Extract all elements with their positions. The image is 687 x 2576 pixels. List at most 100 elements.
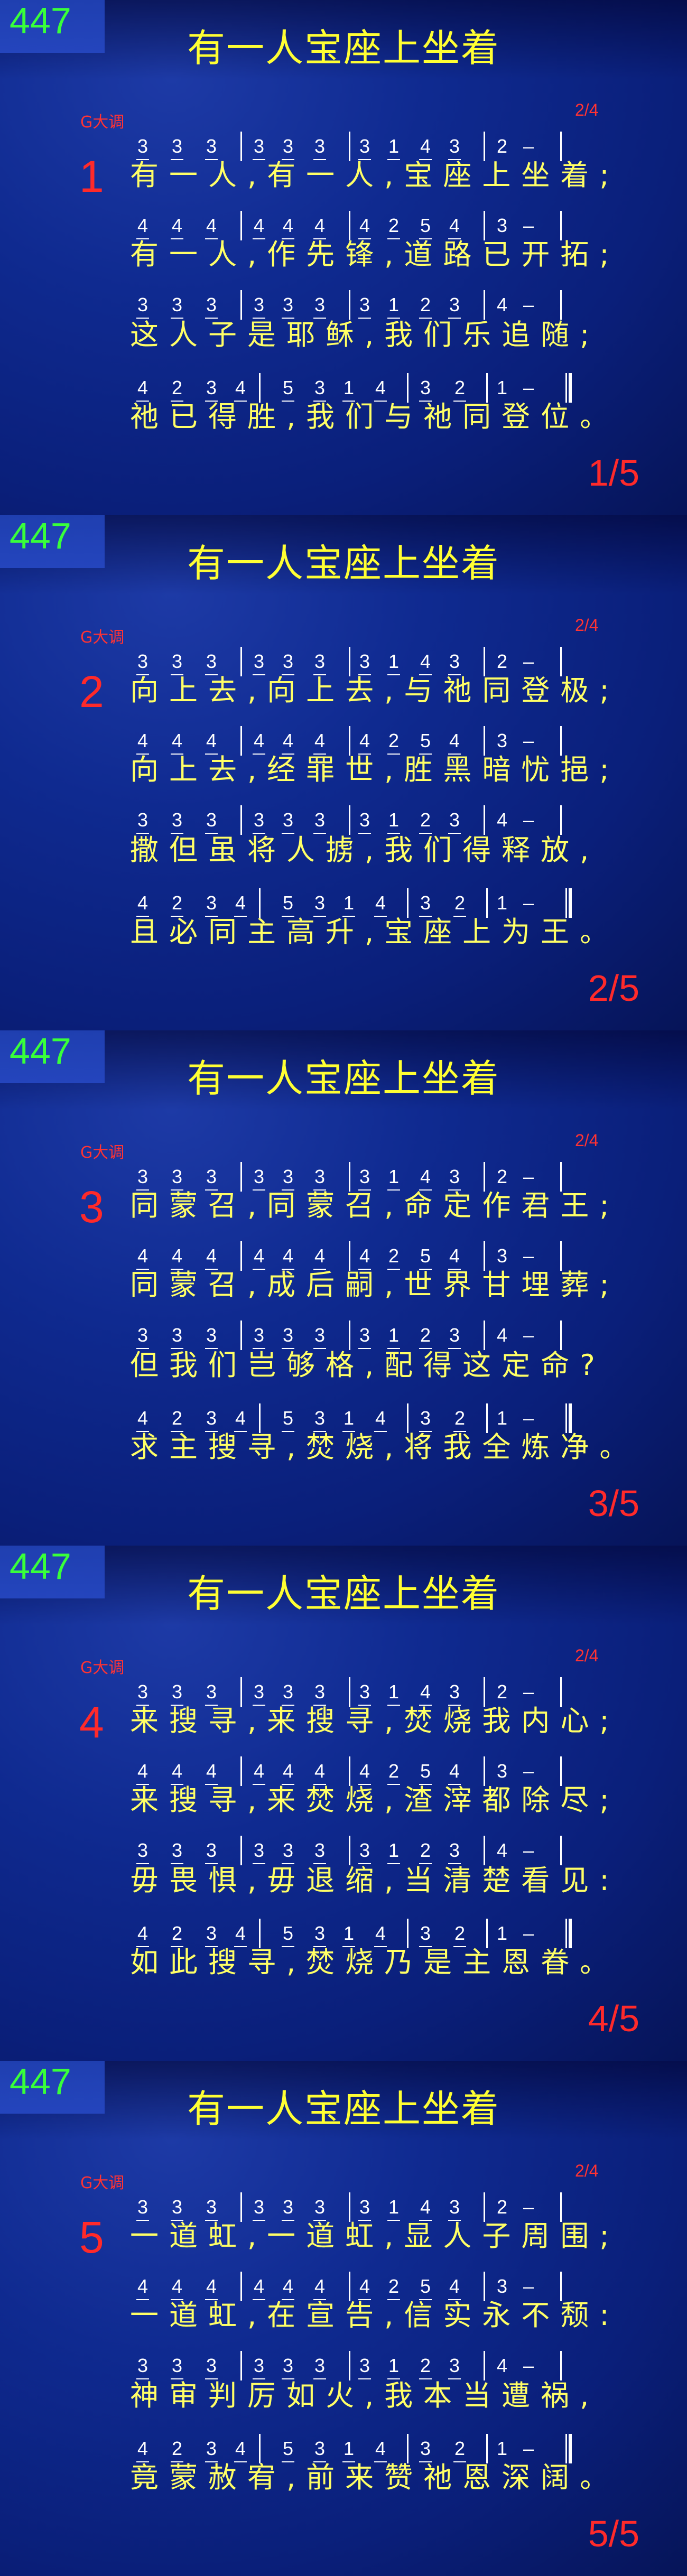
note: 3 <box>166 1167 188 1191</box>
note: 2 <box>449 1924 470 1947</box>
hymn-title: 有一人宝座上坐着 <box>187 1571 500 1616</box>
note: 4 <box>354 1762 375 1785</box>
note: 5 <box>277 1409 299 1432</box>
note: 1 <box>338 1409 359 1432</box>
note: – <box>523 1839 534 1861</box>
note: 4 <box>201 2277 222 2300</box>
lyric-line: 向上去,向上去,与祂同登极; <box>130 674 620 707</box>
bar-line <box>240 2272 242 2301</box>
note: 4 <box>248 216 270 239</box>
note: 4 <box>230 1924 251 1947</box>
note: 3 <box>132 1167 153 1191</box>
lyric-line: 同蒙召,同蒙召,命定作君王; <box>130 1189 620 1222</box>
note: 4 <box>277 1762 299 1785</box>
note: 3 <box>248 1167 270 1191</box>
note: 2 <box>383 1762 404 1785</box>
note: 3 <box>277 1326 299 1349</box>
bar-line <box>240 1162 242 1192</box>
note: – <box>523 1681 534 1703</box>
note: 3 <box>166 811 188 834</box>
bar-line <box>560 290 562 320</box>
final-bar-line <box>565 2434 572 2463</box>
bar-line <box>240 2351 242 2380</box>
lyric-line: 一道虹,在宣告,信实永不颓: <box>130 2299 620 2332</box>
note: 2 <box>449 378 470 402</box>
bar-line <box>560 1241 562 1271</box>
note: 2 <box>166 2439 188 2462</box>
bar-line <box>484 211 485 240</box>
lyric-line: 有一人,有一人,宝座上坐着; <box>130 159 620 192</box>
final-bar-line <box>565 373 572 403</box>
note: 5 <box>415 1762 436 1785</box>
note: 3 <box>415 894 436 917</box>
time-signature: 2/4 <box>575 1646 599 1665</box>
note: 3 <box>415 1924 436 1947</box>
note: 2 <box>415 1841 436 1864</box>
note: 3 <box>415 2439 436 2462</box>
note: 2 <box>415 811 436 834</box>
verse-number: 1 <box>79 152 104 201</box>
note: 3 <box>166 137 188 160</box>
note: 3 <box>166 1326 188 1349</box>
bar-line <box>486 373 488 403</box>
bar-line <box>407 1919 409 1948</box>
note: 3 <box>415 378 436 402</box>
note: 4 <box>415 137 436 160</box>
note: 2 <box>415 2356 436 2379</box>
note: 1 <box>496 892 508 914</box>
note: 3 <box>166 2356 188 2379</box>
page-indicator: 3/5 <box>588 1483 639 1524</box>
bar-line <box>484 2192 485 2222</box>
note: 3 <box>444 295 465 319</box>
bar-line <box>349 805 350 835</box>
page-indicator: 5/5 <box>588 2513 639 2554</box>
key-signature: G大调 <box>80 628 125 647</box>
note: 1 <box>383 1167 404 1191</box>
bar-line <box>484 1756 485 1786</box>
note: 4 <box>496 1324 508 1346</box>
note: 3 <box>132 2356 153 2379</box>
note: 1 <box>383 1682 404 1706</box>
note: 4 <box>496 1839 508 1861</box>
time-signature: 2/4 <box>575 100 599 119</box>
note: 4 <box>309 2277 330 2300</box>
note: 3 <box>201 137 222 160</box>
note: 3 <box>132 652 153 675</box>
note: 4 <box>132 1409 153 1432</box>
key-signature: G大调 <box>80 1659 125 1677</box>
note: 3 <box>132 295 153 319</box>
note: 2 <box>496 1681 508 1703</box>
note: 3 <box>309 2198 330 2221</box>
note: 3 <box>277 2198 299 2221</box>
bar-line <box>349 290 350 320</box>
bar-line <box>240 1241 242 1271</box>
note: 4 <box>277 1247 299 1270</box>
note: 3 <box>166 2198 188 2221</box>
note: – <box>523 809 534 831</box>
note: 2 <box>496 1166 508 1187</box>
slide-verse-5: 447 有一人宝座上坐着 G大调 2/4 5 3 3 3 3 3 3 3 1 4 3 2– 一道虹,一道虹,显人… <box>0 2061 687 2576</box>
note: 5 <box>415 731 436 755</box>
note: 1 <box>496 1922 508 1944</box>
note: 4 <box>166 1247 188 1270</box>
final-bar-line <box>565 1919 572 1948</box>
note: 2 <box>383 1247 404 1270</box>
note: 2 <box>415 295 436 319</box>
note: 4 <box>166 731 188 755</box>
note: 3 <box>496 1760 508 1782</box>
note: 4 <box>370 1409 391 1432</box>
note: 3 <box>201 2356 222 2379</box>
bar-line <box>349 2272 350 2301</box>
note: 3 <box>201 1167 222 1191</box>
note: 5 <box>277 2439 299 2462</box>
bar-line <box>560 1162 562 1192</box>
note: 2 <box>166 1409 188 1432</box>
bar-line <box>259 2434 261 2463</box>
note: 3 <box>277 652 299 675</box>
note: 3 <box>309 1682 330 1706</box>
note: 3 <box>309 1841 330 1864</box>
bar-line <box>240 290 242 320</box>
note: 5 <box>277 1924 299 1947</box>
key-signature: G大调 <box>80 2174 125 2192</box>
bar-line <box>349 2192 350 2222</box>
